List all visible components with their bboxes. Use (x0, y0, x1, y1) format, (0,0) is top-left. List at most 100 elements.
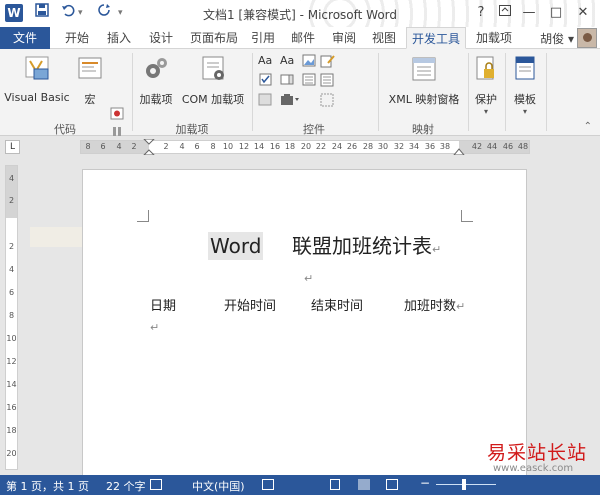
com-addins-label: COM 加载项 (181, 93, 245, 106)
ruler-tick: 2 (8, 242, 15, 251)
column-overtime-hours[interactable]: 加班时数↵ (404, 295, 465, 314)
column-start-time[interactable]: 开始时间 (224, 295, 276, 314)
vertical-ruler[interactable]: 4 2 2 4 6 8 10 12 14 16 18 20 (5, 165, 18, 470)
com-addins-button[interactable]: COM 加载项 (178, 55, 248, 107)
language-indicator[interactable]: 中文(中国) (192, 478, 245, 494)
ruler-tick: 26 (346, 142, 358, 151)
building-block-control-icon[interactable] (258, 93, 272, 106)
zoom-slider-thumb[interactable] (462, 479, 466, 490)
group-separator (378, 53, 379, 131)
group-separator (132, 53, 133, 131)
group-label-addins: 加载项 (175, 123, 209, 136)
ruler-tick: 6 (8, 288, 15, 297)
tab-file[interactable]: 文件 (0, 27, 50, 49)
word-count[interactable]: 22 个字 (106, 478, 146, 494)
ruler-tick: 2 (131, 142, 137, 151)
column-date[interactable]: 日期 (150, 295, 176, 314)
macro-button[interactable]: 宏 (74, 55, 106, 107)
word-logo-icon[interactable]: W (5, 4, 23, 22)
ruler-tick: 22 (315, 142, 327, 151)
horizontal-ruler[interactable]: 8 6 4 2 2 4 6 8 10 12 14 16 18 20 22 24 … (80, 139, 530, 155)
web-layout-icon[interactable] (386, 479, 398, 490)
page-count[interactable]: 第 1 页，共 1 页 (6, 478, 89, 494)
ruler-tick: 14 (6, 380, 17, 389)
document-area[interactable]: Word 联盟加班统计表↵ ↵ 日期 开始时间 结束时间 加班时数↵ ↵ (20, 157, 600, 475)
print-layout-icon[interactable] (358, 479, 370, 490)
protect-dropdown-icon: ▾ (483, 107, 488, 116)
tab-selector[interactable]: L (5, 140, 20, 154)
record-macro-icon[interactable] (110, 107, 124, 120)
tab-view[interactable]: 视图 (366, 27, 402, 49)
collapse-ribbon-icon[interactable]: ⌃ (584, 121, 592, 132)
right-indent-marker-icon[interactable] (453, 147, 465, 155)
dropdown-list-control-icon[interactable] (302, 73, 316, 86)
tab-references[interactable]: 引用 (246, 27, 280, 49)
ruler-tick: 44 (486, 142, 498, 151)
protect-label: 保护 (475, 93, 497, 106)
macro-record-status-icon[interactable] (262, 479, 274, 490)
minimize-button[interactable]: — (518, 3, 540, 23)
paragraph-mark: ↵ (304, 272, 314, 285)
ribbon-tabs: 文件 开始 插入 设计 页面布局 引用 邮件 审阅 视图 开发工具 加载项 胡俊… (0, 27, 600, 49)
gear-icon (146, 58, 167, 78)
ruler-bar: L 8 6 4 2 2 4 6 8 10 12 14 16 18 20 22 2… (0, 137, 600, 157)
group-control-icon[interactable] (320, 93, 340, 107)
template-button[interactable]: 模板 ▾ (508, 55, 542, 116)
ribbon-display-icon[interactable] (494, 3, 516, 23)
document-title-text: 联盟加班统计表 (292, 234, 432, 258)
checkbox-control-icon[interactable] (258, 73, 272, 86)
user-name[interactable]: 胡俊 ▾ (540, 30, 574, 47)
save-icon[interactable] (32, 3, 52, 23)
document-title[interactable]: 联盟加班统计表↵ (292, 232, 441, 260)
zoom-slider-track[interactable] (436, 484, 496, 485)
indent-marker-icon[interactable] (143, 139, 155, 155)
restore-button[interactable]: □ (545, 3, 567, 23)
tab-design[interactable]: 设计 (142, 27, 180, 49)
design-mode-icon[interactable] (320, 54, 340, 68)
undo-icon[interactable] (58, 3, 78, 23)
read-mode-icon[interactable] (330, 479, 340, 490)
tab-developer[interactable]: 开发工具 (406, 27, 466, 49)
avatar[interactable] (577, 28, 597, 48)
ruler-tick: 46 (502, 142, 514, 151)
tab-addins[interactable]: 加载项 (470, 27, 518, 49)
customize-qat-icon[interactable]: ▾ (118, 5, 124, 21)
ribbon-developer: Visual Basic 宏 代码 加载项 COM 加载项 加载项 Aa Aa … (0, 49, 600, 156)
combo-box-control-icon[interactable] (280, 73, 294, 86)
zoom-out-icon[interactable]: − (420, 476, 430, 490)
column-end-time[interactable]: 结束时间 (311, 295, 363, 314)
ruler-tick: 36 (424, 142, 436, 151)
help-button[interactable]: ? (470, 3, 492, 23)
plain-text-control-icon[interactable]: Aa (280, 54, 296, 67)
document-page[interactable]: Word 联盟加班统计表↵ ↵ 日期 开始时间 结束时间 加班时数↵ ↵ (82, 169, 527, 475)
document-title-highlight[interactable]: Word (208, 232, 264, 260)
visual-basic-button[interactable]: Visual Basic (2, 55, 72, 104)
picture-control-icon[interactable] (302, 54, 316, 67)
addins-button[interactable]: 加载项 (136, 55, 176, 107)
xml-mapping-pane-button[interactable]: XML 映射窗格 (382, 55, 466, 107)
tab-review[interactable]: 审阅 (326, 27, 362, 49)
tab-mailings[interactable]: 邮件 (286, 27, 320, 49)
tab-page-layout[interactable]: 页面布局 (184, 27, 244, 49)
redo-icon[interactable] (94, 3, 114, 23)
ruler-tick: 34 (408, 142, 420, 151)
ruler-tick: 2 (163, 142, 169, 151)
protect-button[interactable]: 保护 ▾ (470, 55, 502, 116)
tab-home[interactable]: 开始 (58, 27, 96, 49)
ruler-tick: 14 (253, 142, 265, 151)
ruler-tick: 20 (300, 142, 312, 151)
addins-label: 加载项 (139, 93, 173, 106)
proofing-icon[interactable] (150, 479, 162, 490)
column-overtime-hours-text: 加班时数 (404, 299, 457, 314)
ruler-tick: 12 (6, 357, 17, 366)
rich-text-control-icon[interactable]: Aa (258, 54, 274, 67)
margin-corner-top-left (137, 210, 149, 222)
legacy-tools-icon[interactable] (280, 93, 302, 106)
close-button[interactable]: ✕ (572, 3, 594, 23)
properties-icon[interactable] (320, 73, 340, 87)
ruler-tick: 4 (8, 174, 15, 183)
macro-icon (78, 57, 102, 79)
ruler-tick: 6 (194, 142, 200, 151)
undo-dropdown-icon[interactable]: ▾ (78, 5, 84, 21)
tab-insert[interactable]: 插入 (100, 27, 138, 49)
